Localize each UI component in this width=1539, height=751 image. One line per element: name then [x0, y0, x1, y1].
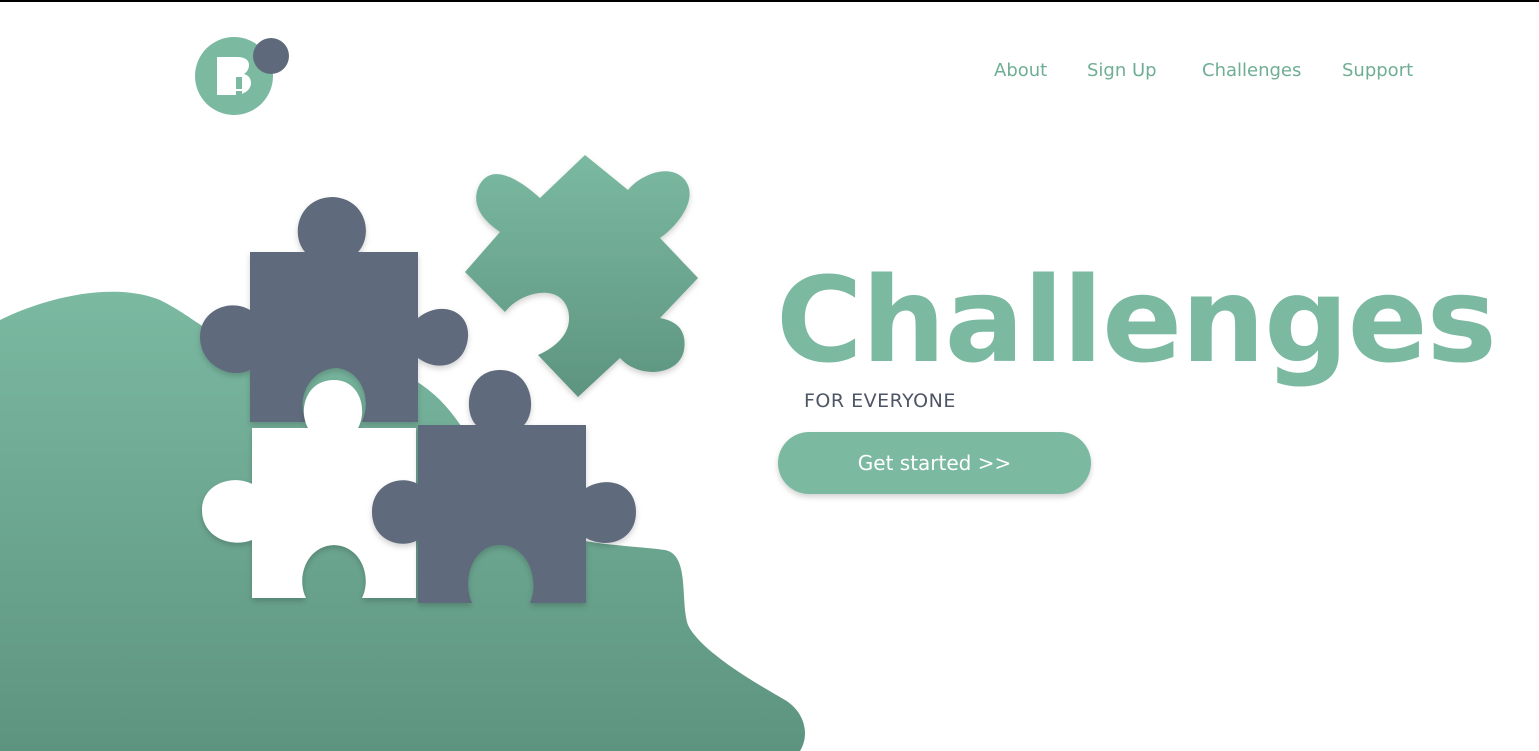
green-piece-rotated — [465, 155, 698, 397]
hero-subtitle: FOR EVERYONE — [804, 390, 956, 412]
get-started-button[interactable]: Get started >> — [778, 432, 1091, 494]
hero-title: Challenges — [776, 251, 1497, 389]
